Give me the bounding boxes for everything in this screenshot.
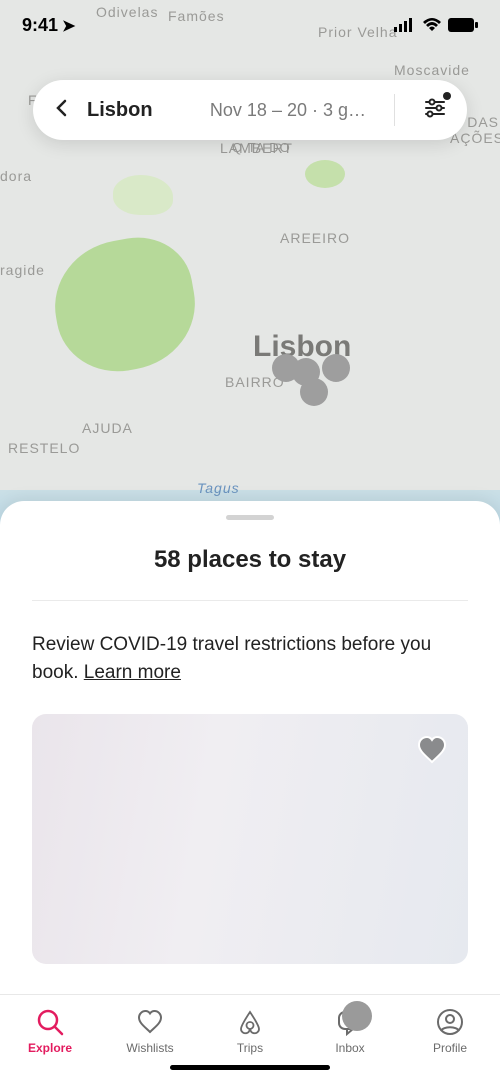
map-pin[interactable] bbox=[322, 354, 350, 382]
notification-badge bbox=[342, 1001, 372, 1031]
map-label-acoes: AÇÕES bbox=[450, 130, 500, 146]
wishlist-heart-button[interactable] bbox=[414, 732, 450, 768]
map-label-areeiro: AREEIRO bbox=[280, 230, 350, 246]
home-indicator[interactable] bbox=[170, 1065, 330, 1070]
tab-explore[interactable]: Explore bbox=[10, 1007, 90, 1055]
tab-trips[interactable]: Trips bbox=[210, 1007, 290, 1055]
tab-label: Trips bbox=[237, 1041, 263, 1055]
tab-label: Inbox bbox=[335, 1041, 364, 1055]
heart-icon bbox=[135, 1007, 165, 1037]
filter-active-dot bbox=[443, 92, 451, 100]
profile-icon bbox=[435, 1007, 465, 1037]
airbnb-logo-icon bbox=[235, 1007, 265, 1037]
divider bbox=[32, 600, 468, 601]
search-details: Nov 18 – 20 · 3 g… bbox=[210, 100, 366, 121]
map-label-ragide: ragide bbox=[0, 262, 45, 278]
wifi-icon bbox=[422, 18, 442, 32]
map-label-ajuda: AJUDA bbox=[82, 420, 133, 436]
filter-button[interactable] bbox=[423, 96, 447, 125]
search-icon bbox=[35, 1007, 65, 1037]
results-count: 58 places to stay bbox=[32, 546, 468, 574]
search-location: Lisbon bbox=[87, 99, 153, 122]
tab-label: Wishlists bbox=[126, 1041, 173, 1055]
tab-inbox[interactable]: Inbox bbox=[310, 1007, 390, 1055]
status-time: 9:41➤ bbox=[22, 15, 75, 36]
covid-notice: Review COVID-19 travel restrictions befo… bbox=[32, 631, 468, 686]
status-bar: 9:41➤ bbox=[0, 0, 500, 50]
listing-card[interactable] bbox=[32, 714, 468, 964]
map-label-dora: dora bbox=[0, 168, 32, 184]
battery-icon bbox=[448, 18, 478, 32]
back-icon[interactable] bbox=[53, 96, 71, 124]
tab-label: Explore bbox=[28, 1041, 72, 1055]
location-arrow-icon: ➤ bbox=[62, 18, 75, 35]
map-pin[interactable] bbox=[300, 378, 328, 406]
tab-profile[interactable]: Profile bbox=[410, 1007, 490, 1055]
tab-wishlists[interactable]: Wishlists bbox=[110, 1007, 190, 1055]
divider bbox=[394, 94, 395, 126]
map-label-tagus: Tagus bbox=[197, 480, 240, 496]
tab-label: Profile bbox=[433, 1041, 467, 1055]
map-label-lambert: LAMBERT bbox=[220, 140, 293, 156]
signal-icon bbox=[394, 18, 416, 32]
search-bar[interactable]: Lisbon Nov 18 – 20 · 3 g… bbox=[33, 80, 467, 140]
map-label-restelo: RESTELO bbox=[8, 440, 80, 456]
map-label-moscavide: Moscavide bbox=[394, 62, 470, 78]
learn-more-link[interactable]: Learn more bbox=[84, 662, 181, 683]
drag-handle[interactable] bbox=[226, 515, 274, 520]
